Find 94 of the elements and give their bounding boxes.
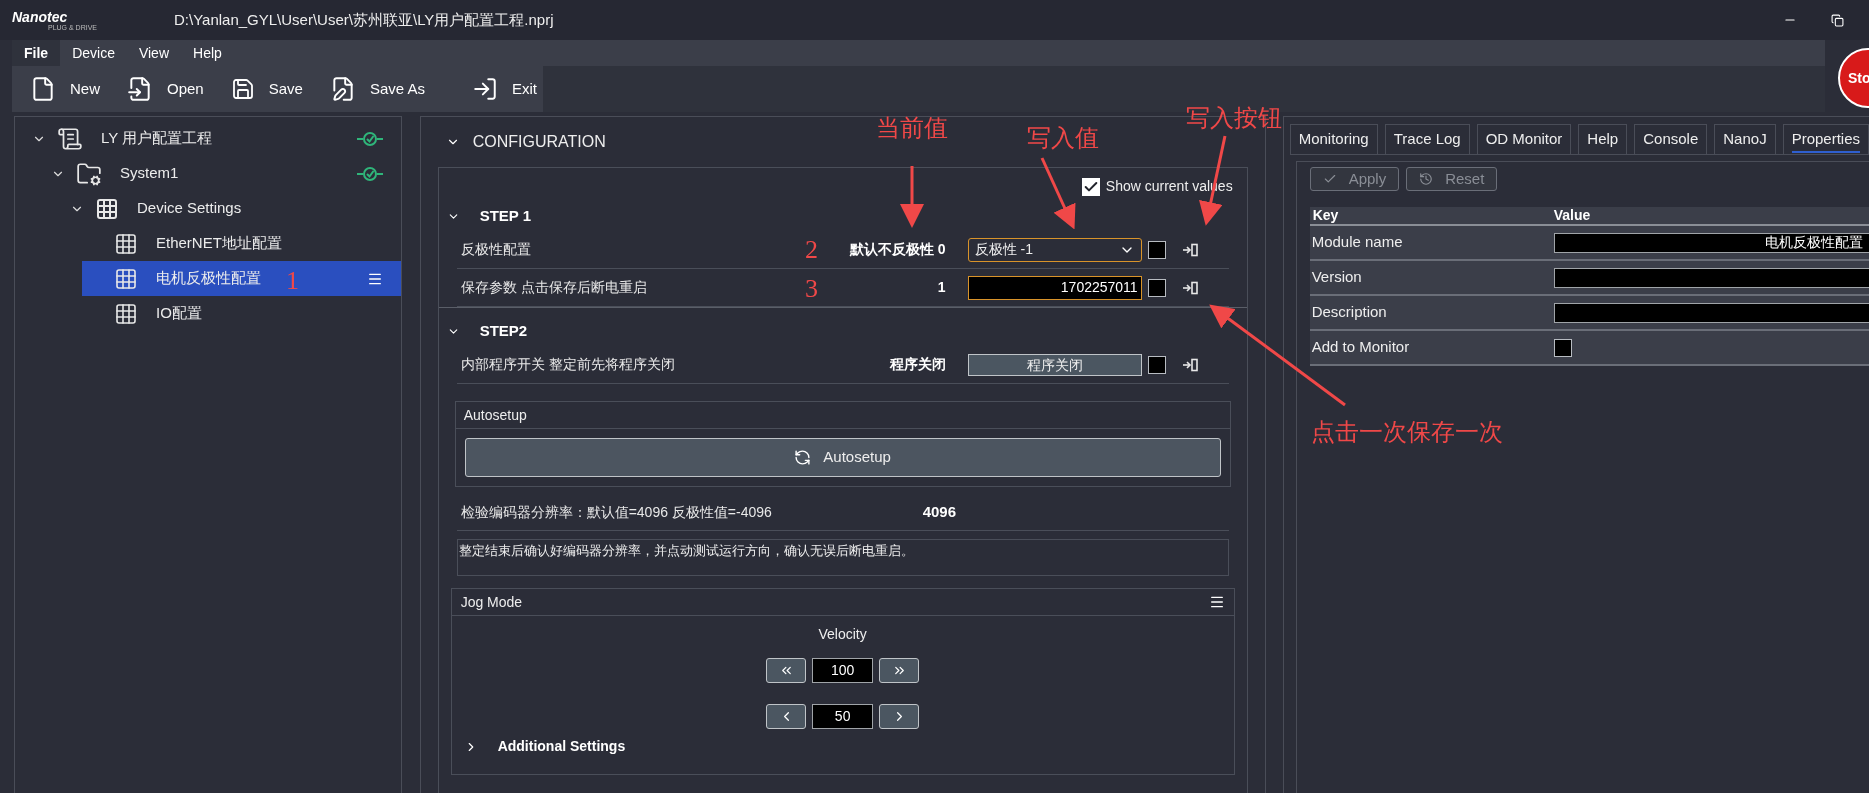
window-title: D:\Yanlan_GYL\User\User\苏州联亚\LY用户配置工程.nprj bbox=[174, 9, 555, 30]
tree-item[interactable]: Device Settings bbox=[63, 191, 401, 226]
tab[interactable]: Help bbox=[1578, 124, 1628, 154]
step-number-annotation: 2 bbox=[805, 237, 818, 263]
decrease-button[interactable] bbox=[766, 658, 807, 683]
checkbox[interactable] bbox=[1147, 278, 1166, 297]
tree-item[interactable]: IO配置 bbox=[82, 296, 401, 331]
step-number-annotation: 1 bbox=[286, 268, 299, 294]
link-status-icon bbox=[356, 130, 383, 147]
tree-label: LY 用户配置工程 bbox=[101, 128, 213, 149]
parameter-label: 反极性配置 bbox=[460, 240, 531, 259]
step-header[interactable]: STEP2 bbox=[446, 316, 1247, 346]
toolbar-button[interactable]: New bbox=[30, 76, 100, 102]
tab[interactable]: Console bbox=[1634, 124, 1708, 154]
current-value: 默认不反极性 0 bbox=[849, 240, 946, 259]
file-icon bbox=[30, 76, 56, 102]
velocity-input[interactable]: 50 bbox=[812, 704, 874, 729]
value-button[interactable]: 程序关闭 bbox=[967, 353, 1142, 376]
checkbox[interactable] bbox=[1147, 240, 1166, 259]
tree-label: System1 bbox=[120, 163, 179, 184]
tab[interactable]: Trace Log bbox=[1384, 124, 1470, 154]
link-status-icon bbox=[356, 165, 383, 182]
refresh-icon bbox=[794, 449, 812, 466]
property-field[interactable] bbox=[1553, 302, 1869, 323]
velocity-label: Velocity bbox=[818, 625, 867, 644]
toolbar-button[interactable]: Exit bbox=[471, 76, 537, 102]
step-header[interactable]: STEP 1 bbox=[446, 201, 1247, 231]
parameter-label: 内部程序开关 整定前先将程序关闭 bbox=[460, 355, 675, 374]
tree-item[interactable]: EtherNET地址配置 bbox=[82, 226, 401, 261]
tab[interactable]: Properties bbox=[1782, 124, 1869, 154]
increase-button[interactable] bbox=[879, 704, 920, 729]
autosetup-button[interactable]: Autosetup bbox=[464, 438, 1221, 477]
table-icon bbox=[114, 266, 138, 291]
note-box: 整定结束后确认好编码器分辨率，并点动测试运行方向，确认无误后断电重启。 bbox=[456, 539, 1229, 576]
step-number-annotation: 3 bbox=[805, 276, 818, 302]
toolbar-button[interactable]: Open bbox=[127, 76, 204, 102]
tree-label: EtherNET地址配置 bbox=[156, 233, 282, 254]
value-dropdown[interactable]: 反极性 -1 bbox=[967, 237, 1142, 262]
additional-settings-toggle[interactable]: Additional Settings bbox=[463, 736, 626, 757]
section-title: CONFIGURATION bbox=[472, 132, 606, 152]
property-key: Description bbox=[1309, 301, 1554, 324]
table-icon bbox=[114, 231, 138, 256]
table-icon bbox=[114, 301, 138, 326]
restore-icon[interactable] bbox=[1831, 13, 1844, 27]
increase-button[interactable] bbox=[879, 658, 920, 683]
current-value: 1 bbox=[937, 278, 946, 297]
tree-label: Device Settings bbox=[137, 198, 242, 219]
tree-item[interactable]: LY 用户配置工程 bbox=[25, 121, 401, 156]
parameter-label: 保存参数 点击保存后断电重启 bbox=[460, 278, 647, 297]
tab[interactable]: OD Monitor bbox=[1476, 124, 1572, 154]
tree-label: IO配置 bbox=[156, 303, 202, 324]
menu-item[interactable]: File bbox=[12, 40, 61, 66]
checkbox[interactable] bbox=[1553, 338, 1572, 357]
document-icon bbox=[57, 125, 83, 152]
property-field[interactable]: 电机反极性配置 bbox=[1553, 232, 1869, 253]
column-header: Key bbox=[1311, 206, 1340, 225]
tree-label: 电机反极性配置 bbox=[156, 268, 261, 289]
check-icon bbox=[1322, 172, 1337, 186]
property-field[interactable] bbox=[1553, 267, 1869, 288]
velocity-input[interactable]: 100 bbox=[812, 658, 874, 683]
menu-icon[interactable] bbox=[1208, 594, 1225, 610]
tab[interactable]: NanoJ bbox=[1714, 124, 1776, 154]
grid-icon bbox=[95, 196, 119, 221]
column-header: Value bbox=[1553, 206, 1591, 225]
reading-value: 4096 bbox=[922, 502, 957, 523]
write-icon[interactable] bbox=[1182, 280, 1199, 295]
save-icon bbox=[230, 77, 255, 101]
write-icon[interactable] bbox=[1182, 357, 1199, 372]
group-title: Autosetup bbox=[455, 402, 1230, 429]
toolbar-button[interactable]: Save bbox=[230, 77, 303, 101]
value-input[interactable]: 1702257011 bbox=[967, 275, 1142, 300]
reading-label: 检验编码器分辨率：默认值=4096 反极性值=-4096 bbox=[459, 503, 773, 522]
write-icon[interactable] bbox=[1182, 242, 1199, 257]
history-icon bbox=[1419, 172, 1434, 186]
toolbar-button[interactable]: Save As bbox=[329, 76, 425, 102]
property-key: Version bbox=[1309, 266, 1554, 289]
decrease-button[interactable] bbox=[766, 704, 807, 729]
callout-annotation: 当前值 bbox=[876, 116, 948, 140]
menu-item[interactable]: View bbox=[126, 40, 181, 66]
property-key: Add to Monitor bbox=[1309, 336, 1554, 359]
menu-item[interactable]: Help bbox=[181, 40, 234, 66]
panel-title: Jog Mode bbox=[460, 592, 524, 612]
callout-annotation: 写入值 bbox=[1027, 126, 1099, 150]
callout-annotation: 点击一次保存一次 bbox=[1311, 420, 1503, 444]
menu-item[interactable]: Device bbox=[60, 40, 127, 66]
annotation-arrow bbox=[900, 166, 924, 228]
folder-gear-icon bbox=[76, 160, 102, 187]
checkbox[interactable] bbox=[1147, 355, 1166, 374]
tab[interactable]: Monitoring bbox=[1289, 124, 1378, 154]
current-value: 程序关闭 bbox=[889, 355, 946, 374]
callout-annotation: 写入按钮 bbox=[1186, 106, 1282, 130]
tree-item[interactable]: System1 bbox=[44, 156, 401, 191]
exit-icon bbox=[471, 76, 498, 102]
property-key: Module name bbox=[1309, 231, 1554, 254]
